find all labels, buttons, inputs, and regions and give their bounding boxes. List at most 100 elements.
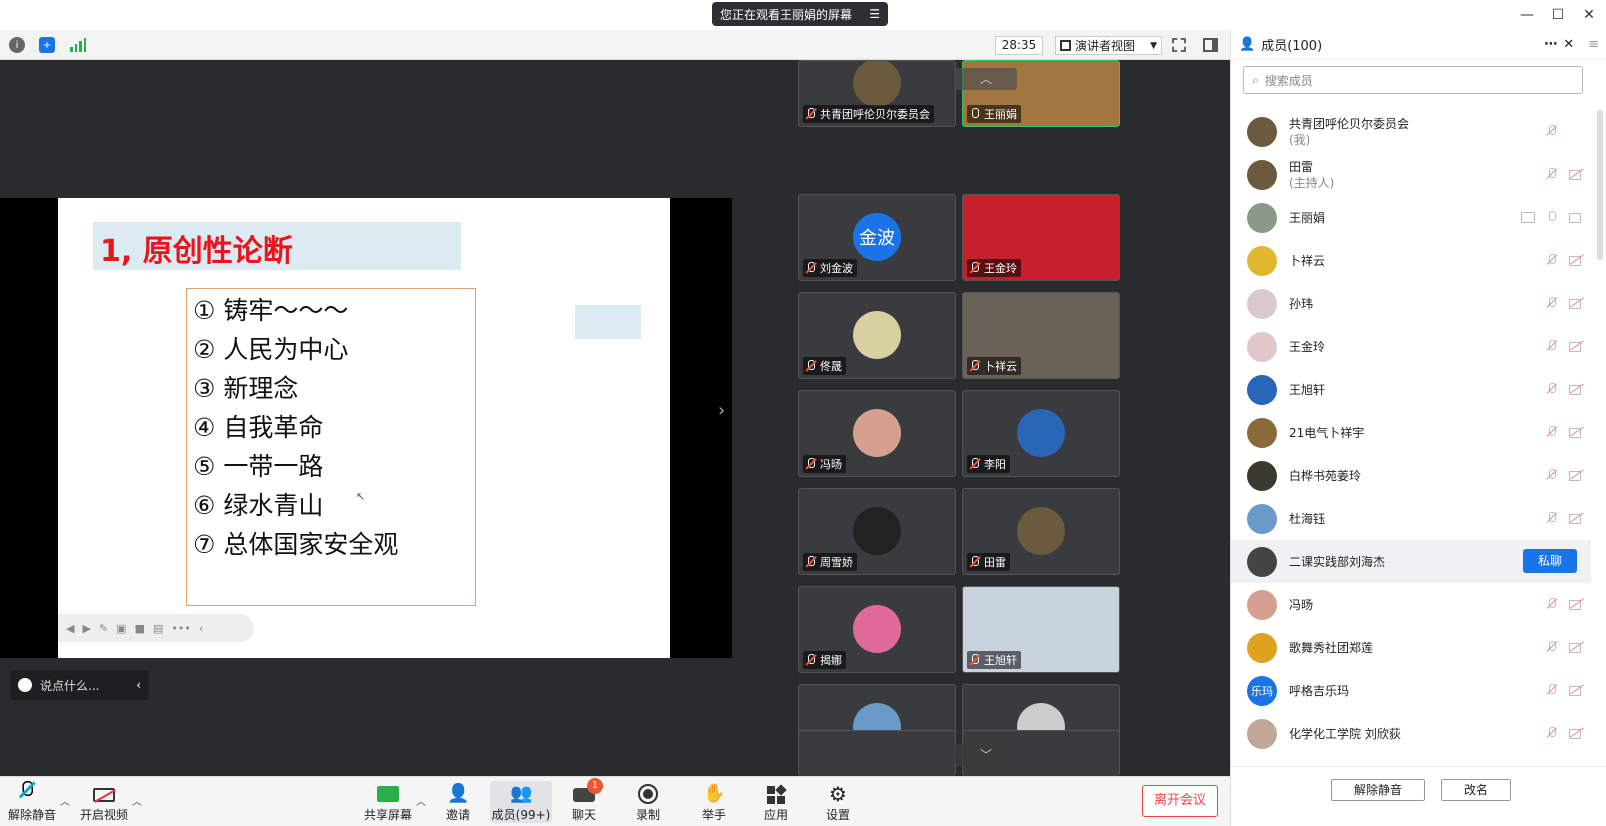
member-row[interactable]: 杜海钰 bbox=[1231, 497, 1591, 540]
private-chat-button[interactable]: 私聊 bbox=[1523, 549, 1577, 573]
member-row[interactable]: 21电气卜祥宇 bbox=[1231, 411, 1591, 454]
member-row[interactable]: 王丽娟 bbox=[1231, 196, 1591, 239]
mic-muted-icon[interactable] bbox=[1545, 382, 1559, 396]
camera-off-icon[interactable] bbox=[1569, 383, 1585, 395]
start-video-button[interactable]: 开启视频 bbox=[78, 781, 130, 823]
share-banner[interactable]: 您正在观看王丽娟的屏幕 ☰ bbox=[712, 2, 888, 26]
maximize-button[interactable]: ☐ bbox=[1547, 4, 1569, 26]
member-row[interactable]: 共青团呼伦贝尔委员会 (我) bbox=[1231, 110, 1591, 153]
screenshot-icon[interactable]: ▣ bbox=[116, 622, 126, 635]
member-row[interactable]: 冯旸 bbox=[1231, 583, 1591, 626]
shield-icon[interactable]: + bbox=[39, 37, 55, 53]
mic-muted-icon[interactable] bbox=[1545, 253, 1559, 267]
camera-off-icon[interactable] bbox=[1569, 641, 1585, 653]
member-row[interactable]: 化学化工学院 刘欣荻 bbox=[1231, 712, 1591, 755]
member-row[interactable]: 卜祥云 bbox=[1231, 239, 1591, 282]
gallery-scroll-down-icon[interactable]: ﹀ bbox=[955, 744, 1017, 766]
raise-hand-button[interactable]: ✋ 举手 bbox=[696, 781, 732, 823]
video-tile[interactable]: 田雷 bbox=[962, 488, 1120, 575]
side-panel-icon[interactable] bbox=[1203, 38, 1218, 52]
share-options-icon[interactable]: ︿ bbox=[416, 793, 426, 808]
video-tile[interactable]: 佟晟 bbox=[798, 292, 956, 379]
members-button[interactable]: 👥 成员(99+) bbox=[490, 781, 552, 823]
mic-muted-icon[interactable] bbox=[1545, 124, 1559, 138]
pen-icon[interactable]: ✎ bbox=[99, 622, 108, 635]
more-icon[interactable]: ••• bbox=[171, 622, 190, 635]
invite-button[interactable]: 👤 邀请 bbox=[440, 781, 476, 823]
gallery-scroll-up-icon[interactable]: ︿ bbox=[955, 68, 1017, 90]
member-row[interactable]: 二课实践部刘海杰 私聊 bbox=[1231, 540, 1591, 583]
minimize-button[interactable]: — bbox=[1516, 4, 1538, 26]
close-panel-icon[interactable]: ✕ bbox=[1563, 37, 1574, 52]
settings-button[interactable]: ⚙ 设置 bbox=[820, 781, 856, 823]
mic-muted-icon[interactable] bbox=[1545, 339, 1559, 353]
close-button[interactable]: ✕ bbox=[1578, 4, 1600, 26]
gallery-collapse-icon[interactable]: › bbox=[718, 400, 732, 454]
search-members-input[interactable]: ⌕ 搜索成员 bbox=[1243, 66, 1583, 94]
leave-meeting-button[interactable]: 离开会议 bbox=[1142, 785, 1218, 817]
member-row[interactable]: 乐玛 呼格吉乐玛 bbox=[1231, 669, 1591, 712]
more-options-icon[interactable]: ⋯ bbox=[1544, 37, 1557, 52]
video-tile[interactable] bbox=[798, 730, 956, 776]
member-row[interactable]: 孙玮 bbox=[1231, 282, 1591, 325]
mic-muted-icon[interactable] bbox=[1545, 167, 1559, 181]
camera-off-icon[interactable] bbox=[1569, 254, 1585, 266]
member-row[interactable]: 王旭轩 bbox=[1231, 368, 1591, 411]
camera-off-icon[interactable] bbox=[1569, 426, 1585, 438]
rename-button[interactable]: 改名 bbox=[1441, 779, 1511, 801]
mic-muted-icon[interactable] bbox=[1545, 597, 1559, 611]
mic-muted-icon[interactable] bbox=[1545, 468, 1559, 482]
mic-muted-icon[interactable] bbox=[1545, 683, 1559, 697]
unmute-button[interactable]: 解除静音 bbox=[6, 781, 58, 823]
mic-muted-icon[interactable] bbox=[1545, 726, 1559, 740]
audio-options-icon[interactable]: ︿ bbox=[60, 793, 70, 808]
view-mode-select[interactable]: 演讲者视图 ▼ bbox=[1055, 36, 1162, 55]
member-row[interactable]: 王金玲 bbox=[1231, 325, 1591, 368]
mic-muted-icon[interactable] bbox=[1545, 640, 1559, 654]
video-tile[interactable]: 共青团呼伦贝尔委员会 bbox=[798, 60, 956, 127]
member-row[interactable]: 歌舞秀社团郑莲 bbox=[1231, 626, 1591, 669]
camera-off-icon[interactable] bbox=[1569, 684, 1585, 696]
member-row[interactable]: 田雷 (主持人) bbox=[1231, 153, 1591, 196]
camera-off-icon[interactable] bbox=[1569, 512, 1585, 524]
banner-menu-icon[interactable]: ☰ bbox=[869, 7, 880, 21]
camera-icon[interactable] bbox=[1569, 211, 1585, 223]
video-tile[interactable]: 周雪娇 bbox=[798, 488, 956, 575]
share-screen-button[interactable]: 共享屏幕 bbox=[362, 781, 414, 823]
record-button[interactable]: 录制 bbox=[630, 781, 666, 823]
camera-off-icon[interactable] bbox=[1569, 168, 1585, 180]
video-tile[interactable]: 王金玲 bbox=[962, 194, 1120, 281]
video-options-icon[interactable]: ︿ bbox=[132, 793, 142, 808]
camera-off-icon[interactable] bbox=[1569, 340, 1585, 352]
mic-muted-icon[interactable] bbox=[1545, 425, 1559, 439]
mic-muted-icon[interactable] bbox=[1545, 511, 1559, 525]
comment-icon[interactable]: ▤ bbox=[153, 622, 163, 635]
signal-icon[interactable] bbox=[70, 38, 86, 52]
video-tile[interactable]: 李阳 bbox=[962, 390, 1120, 477]
mute-all-button[interactable]: 解除静音 bbox=[1331, 779, 1425, 801]
member-row[interactable]: 白桦书苑姜玲 bbox=[1231, 454, 1591, 497]
camera-icon[interactable]: ■ bbox=[135, 622, 145, 635]
member-list-scrollbar[interactable] bbox=[1597, 110, 1603, 260]
next-slide-icon[interactable]: ▶ bbox=[82, 622, 90, 635]
emoji-icon[interactable] bbox=[18, 678, 32, 692]
collapse-icon[interactable]: ‹ bbox=[199, 622, 203, 635]
chevron-left-icon[interactable]: ‹ bbox=[136, 678, 141, 692]
camera-off-icon[interactable] bbox=[1569, 297, 1585, 309]
apps-button[interactable]: 应用 bbox=[758, 781, 794, 823]
mic-icon[interactable] bbox=[1545, 210, 1559, 224]
mic-muted-icon[interactable] bbox=[1545, 296, 1559, 310]
panel-menu-icon[interactable]: ≡ bbox=[1588, 37, 1599, 52]
reaction-chat-input[interactable]: 说点什么... ‹ bbox=[10, 670, 149, 700]
camera-off-icon[interactable] bbox=[1569, 598, 1585, 610]
video-tile[interactable]: 金波 刘金波 bbox=[798, 194, 956, 281]
video-tile[interactable]: 揭娜 bbox=[798, 586, 956, 673]
info-icon[interactable]: i bbox=[9, 37, 25, 53]
camera-off-icon[interactable] bbox=[1569, 469, 1585, 481]
video-tile[interactable]: 王旭轩 bbox=[962, 586, 1120, 673]
chat-button[interactable]: 1 聊天 bbox=[566, 778, 603, 823]
camera-off-icon[interactable] bbox=[1569, 727, 1585, 739]
video-tile[interactable]: 冯旸 bbox=[798, 390, 956, 477]
prev-slide-icon[interactable]: ◀ bbox=[66, 622, 74, 635]
video-tile[interactable]: 卜祥云 bbox=[962, 292, 1120, 379]
